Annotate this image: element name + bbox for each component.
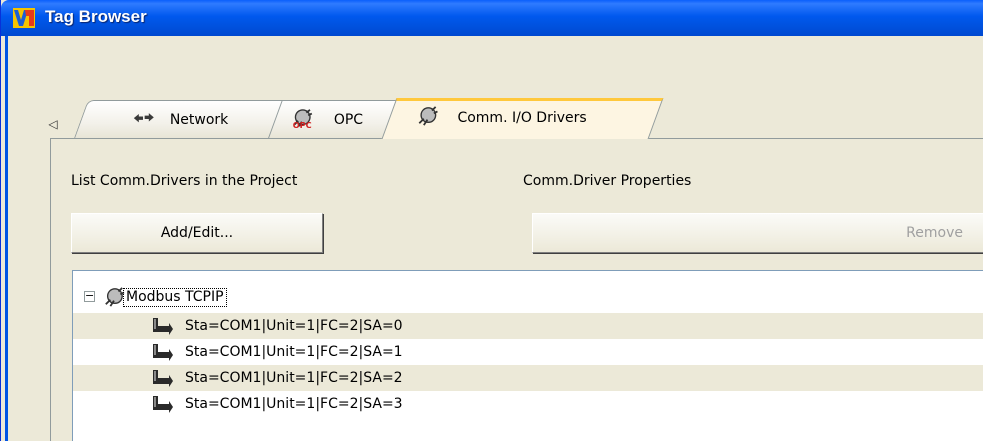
tree-item-label: Sta=COM1|Unit=1|FC=2|SA=2 bbox=[185, 370, 403, 386]
tab-network[interactable]: Network bbox=[74, 100, 285, 138]
tab-comm-io-drivers-label: Comm. I/O Drivers bbox=[457, 110, 587, 126]
tree-item[interactable]: Sta=COM1|Unit=1|FC=2|SA=1 bbox=[73, 339, 983, 365]
tag-station-icon bbox=[153, 370, 173, 387]
tree-node-modbus-tcpip[interactable]: − Modbus TCPIP bbox=[73, 285, 983, 311]
tab-scroll-left-button[interactable]: ◁ bbox=[46, 117, 60, 131]
tree-item-label: Sta=COM1|Unit=1|FC=2|SA=1 bbox=[185, 344, 403, 360]
tab-opc[interactable]: OPC OPC bbox=[268, 100, 399, 138]
collapse-toggle[interactable]: − bbox=[84, 290, 95, 302]
drivers-tree[interactable]: − Modbus TCPIP Sta=COM1|Unit=1|FC=2|SA=0 bbox=[72, 270, 983, 441]
opc-plug-icon: OPC bbox=[293, 109, 313, 129]
comm-driver-plug-icon bbox=[418, 106, 438, 126]
svg-text:OPC: OPC bbox=[293, 120, 312, 129]
tag-station-icon bbox=[153, 318, 173, 335]
comm-driver-plug-icon bbox=[105, 287, 125, 307]
list-drivers-label: List Comm.Drivers in the Project bbox=[71, 173, 298, 189]
tag-browser-window: Tag Browser ◁ Network OPC OPC Comm. I/O … bbox=[0, 0, 983, 441]
tree-item-label: Sta=COM1|Unit=1|FC=2|SA=0 bbox=[185, 318, 403, 334]
tag-station-icon bbox=[153, 344, 173, 361]
tree-item[interactable]: Sta=COM1|Unit=1|FC=2|SA=2 bbox=[73, 365, 983, 391]
tab-comm-io-drivers[interactable]: Comm. I/O Drivers bbox=[381, 98, 664, 139]
window-title: Tag Browser bbox=[45, 7, 147, 26]
title-bar[interactable]: Tag Browser bbox=[1, 0, 983, 36]
add-edit-button[interactable]: Add/Edit... bbox=[71, 213, 323, 253]
tree-item[interactable]: Sta=COM1|Unit=1|FC=2|SA=3 bbox=[73, 391, 983, 417]
tab-network-label: Network bbox=[169, 112, 229, 128]
network-arrows-icon bbox=[133, 113, 154, 123]
tree-item[interactable]: Sta=COM1|Unit=1|FC=2|SA=0 bbox=[73, 313, 983, 339]
tag-station-icon bbox=[153, 396, 173, 413]
driver-properties-label: Comm.Driver Properties bbox=[523, 173, 692, 189]
app-logo-icon bbox=[13, 8, 35, 28]
tab-opc-label: OPC bbox=[333, 112, 364, 128]
tree-root-label: Modbus TCPIP bbox=[123, 288, 227, 307]
tree-item-label: Sta=COM1|Unit=1|FC=2|SA=3 bbox=[185, 396, 403, 412]
remove-button[interactable]: Remove bbox=[532, 213, 983, 253]
